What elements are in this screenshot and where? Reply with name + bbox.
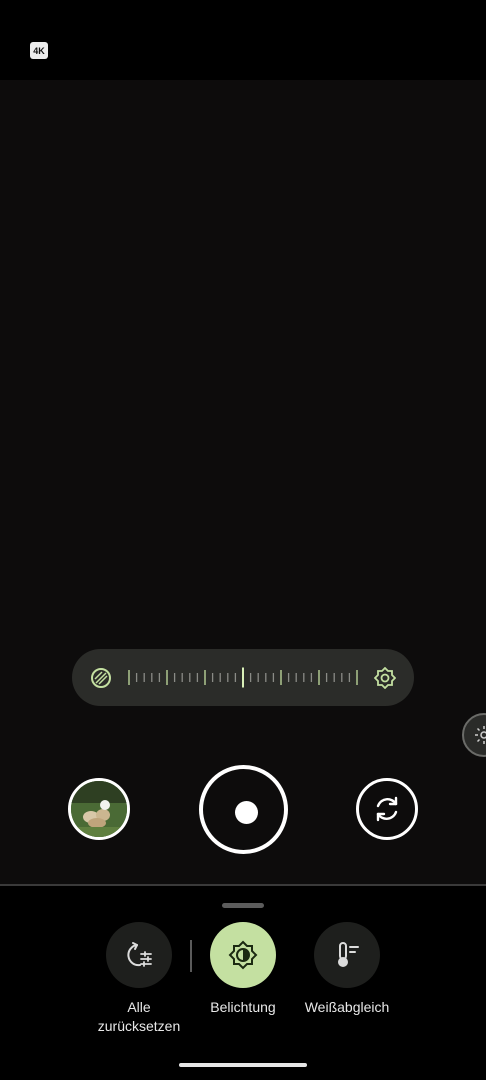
reset-all-label-line-2: zurücksetzen [97,1018,181,1034]
home-indicator[interactable] [179,1063,307,1067]
record-button[interactable] [199,765,288,854]
exposure-slider[interactable] [72,649,414,706]
switch-camera-icon [376,796,398,822]
exposure-icon [228,940,258,970]
exposure-scale[interactable] [72,649,414,706]
thumbnail-image [71,781,127,837]
white-balance-icon [338,942,359,967]
brightness-icon [374,667,396,689]
sheet-drag-handle[interactable] [222,903,264,908]
gallery-thumbnail[interactable] [68,778,130,840]
white-balance-label: Weißabgleich [304,999,390,1015]
reset-all-label-line-1: Alle [127,999,151,1015]
reset-all-label: Alle zurücksetzen [79,998,199,1036]
reset-all-button[interactable] [106,922,172,988]
status-area: 4K [0,0,486,80]
controls-separator [190,940,192,972]
reset-settings-icon [127,942,152,967]
record-dot [235,801,258,824]
camera-viewfinder[interactable] [0,80,486,884]
exposure-button[interactable] [210,922,276,988]
white-balance-button[interactable] [314,922,380,988]
exposure-label: Belichtung [210,999,276,1015]
switch-camera-button[interactable] [356,778,418,840]
resolution-badge[interactable]: 4K [30,42,48,59]
brightness-small-icon [475,726,486,744]
